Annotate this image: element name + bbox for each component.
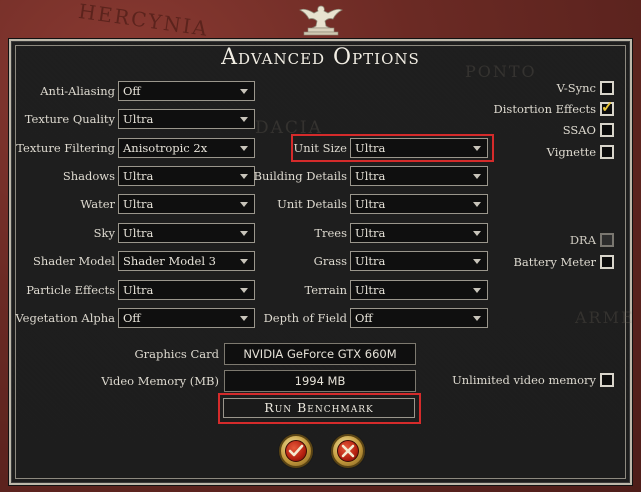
label-grass: Grass — [313, 254, 347, 268]
dropdown-trees[interactable]: Ultra — [350, 223, 488, 243]
label-sky: Sky — [93, 226, 115, 240]
map-label-dacia: DACIA — [255, 118, 323, 138]
chevron-down-icon — [473, 202, 481, 207]
label-unit-size: Unit Size — [293, 141, 347, 155]
chevron-down-icon — [473, 146, 481, 151]
label-dra: DRA — [569, 233, 596, 247]
label-ssao: SSAO — [562, 123, 596, 137]
label-texture-quality: Texture Quality — [24, 112, 115, 126]
label-video-memory: Video Memory (MB) — [101, 374, 219, 388]
dropdown-shader-model[interactable]: Shader Model 3 — [118, 251, 255, 271]
eagle-icon — [299, 5, 343, 36]
chevron-down-icon — [473, 288, 481, 293]
dropdown-value: Ultra — [355, 141, 386, 155]
label-building-details: Building Details — [253, 169, 347, 183]
dropdown-value: Anisotropic 2x — [123, 141, 208, 155]
dropdown-value: Ultra — [355, 169, 386, 183]
chevron-down-icon — [473, 174, 481, 179]
dropdown-value: Ultra — [355, 283, 386, 297]
dropdown-sky[interactable]: Ultra — [118, 223, 255, 243]
chevron-down-icon — [473, 259, 481, 264]
chevron-down-icon — [240, 174, 248, 179]
dropdown-shadows[interactable]: Ultra — [118, 166, 255, 186]
label-shadows: Shadows — [62, 169, 115, 183]
run-benchmark-button[interactable]: Run Benchmark — [223, 398, 415, 418]
map-label-arme: ARME — [575, 308, 635, 327]
checkbox-vignette[interactable] — [600, 145, 614, 159]
dropdown-anti-aliasing[interactable]: Off — [118, 81, 255, 101]
confirm-button[interactable] — [279, 434, 313, 468]
label-v-sync: V-Sync — [556, 81, 596, 95]
checkbox-unlimited-video-memory[interactable] — [600, 373, 614, 387]
label-unit-details: Unit Details — [277, 197, 347, 211]
dropdown-vegetation-alpha[interactable]: Off — [118, 308, 255, 328]
chevron-down-icon — [473, 231, 481, 236]
dropdown-value: Off — [355, 311, 373, 325]
dropdown-building-details[interactable]: Ultra — [350, 166, 488, 186]
dropdown-unit-details[interactable]: Ultra — [350, 194, 488, 214]
cancel-button[interactable] — [331, 434, 365, 468]
dropdown-particle-effects[interactable]: Ultra — [118, 280, 255, 300]
dropdown-water[interactable]: Ultra — [118, 194, 255, 214]
checkbox-distortion-effects[interactable]: ✓ — [600, 98, 614, 116]
dropdown-value: Ultra — [123, 169, 154, 183]
label-shader-model: Shader Model — [32, 254, 115, 268]
dropdown-texture-filtering[interactable]: Anisotropic 2x — [118, 138, 255, 158]
map-label-hercynia: HERCYNIA — [76, 0, 211, 42]
chevron-down-icon — [240, 231, 248, 236]
label-water: Water — [80, 197, 115, 211]
close-icon — [341, 444, 355, 458]
label-distortion-effects: Distortion Effects — [493, 102, 596, 116]
dropdown-value: Ultra — [123, 283, 154, 297]
dropdown-value: Shader Model 3 — [123, 254, 216, 268]
dropdown-terrain[interactable]: Ultra — [350, 280, 488, 300]
dropdown-depth-of-field[interactable]: Off — [350, 308, 488, 328]
label-anti-aliasing: Anti-Aliasing — [40, 84, 115, 98]
chevron-down-icon — [240, 117, 248, 122]
chevron-down-icon — [240, 288, 248, 293]
chevron-down-icon — [240, 146, 248, 151]
checkbox-ssao[interactable] — [600, 123, 614, 137]
chevron-down-icon — [240, 89, 248, 94]
label-particle-effects: Particle Effects — [26, 283, 115, 297]
label-vignette: Vignette — [546, 145, 596, 159]
dropdown-texture-quality[interactable]: Ultra — [118, 109, 255, 129]
video-memory-value: 1994 MB — [224, 370, 416, 392]
dropdown-grass[interactable]: Ultra — [350, 251, 488, 271]
dropdown-value: Ultra — [123, 112, 154, 126]
label-texture-filtering: Texture Filtering — [16, 141, 115, 155]
checkbox-battery-meter[interactable] — [600, 255, 614, 269]
map-label-ponto: PONTO — [465, 62, 537, 81]
dropdown-unit-size[interactable]: Ultra — [350, 138, 488, 158]
checkmark-icon — [288, 444, 304, 457]
graphics-card-value: NVIDIA GeForce GTX 660M — [224, 343, 416, 365]
dropdown-value: Ultra — [123, 226, 154, 240]
page-title: Advanced Options — [221, 45, 420, 70]
label-vegetation-alpha: Vegetation Alpha — [15, 311, 115, 325]
dropdown-value: Off — [123, 311, 141, 325]
checkmark-icon: ✓ — [601, 98, 614, 116]
label-terrain: Terrain — [304, 283, 347, 297]
checkbox-v-sync[interactable] — [600, 81, 614, 95]
label-trees: Trees — [314, 226, 347, 240]
chevron-down-icon — [240, 316, 248, 321]
chevron-down-icon — [473, 316, 481, 321]
dropdown-value: Ultra — [123, 197, 154, 211]
chevron-down-icon — [240, 202, 248, 207]
label-depth-of-field: Depth of Field — [263, 311, 347, 325]
chevron-down-icon — [240, 259, 248, 264]
label-battery-meter: Battery Meter — [513, 255, 596, 269]
dropdown-value: Ultra — [355, 226, 386, 240]
label-graphics-card: Graphics Card — [134, 347, 220, 361]
dropdown-value: Off — [123, 84, 141, 98]
dropdown-value: Ultra — [355, 197, 386, 211]
checkbox-dra — [600, 233, 614, 247]
dropdown-value: Ultra — [355, 254, 386, 268]
label-unlimited-video-memory: Unlimited video memory — [452, 373, 596, 387]
